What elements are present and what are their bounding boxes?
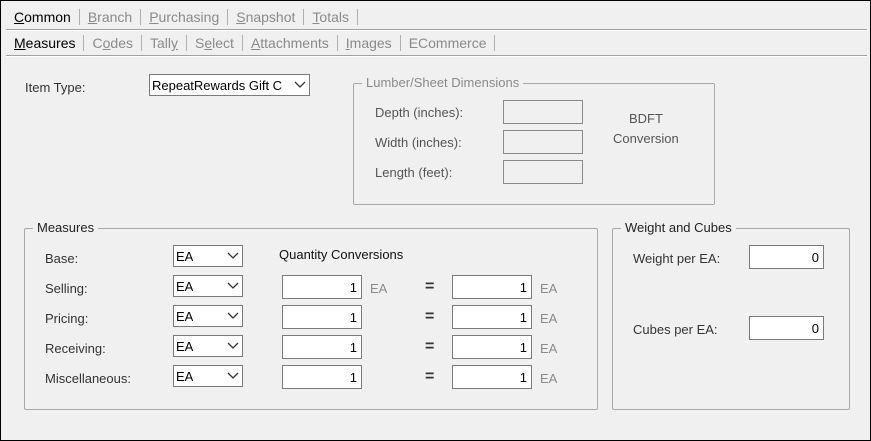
- receiving-label: Receiving:: [45, 341, 106, 356]
- receiving-quantity-input[interactable]: 1: [282, 335, 362, 359]
- measures-title: Measures: [33, 220, 99, 235]
- pricing-equals: =: [425, 308, 435, 325]
- primary-tab-bar: Common Branch Purchasing Snapshot Totals: [6, 6, 867, 28]
- chevron-down-icon: [227, 312, 239, 319]
- chevron-down-icon: [227, 342, 239, 349]
- tab-divider: [6, 29, 867, 31]
- weight-per-ea-input[interactable]: 0: [749, 245, 824, 269]
- selling-right-unit: EA: [540, 281, 558, 296]
- width-input[interactable]: [503, 130, 583, 154]
- selling-equals: =: [425, 278, 435, 295]
- pricing-label: Pricing:: [45, 311, 89, 326]
- tab-totals[interactable]: Totals: [304, 9, 358, 25]
- secondary-tab-bar: Measures Codes Tally Select Attachments …: [6, 32, 867, 54]
- weight-per-ea-label: Weight per EA:: [633, 251, 721, 266]
- miscellaneous-right-unit: EA: [540, 371, 558, 386]
- tab-attachments[interactable]: Attachments: [243, 35, 338, 51]
- item-maintenance-window: Common Branch Purchasing Snapshot Totals…: [0, 0, 871, 441]
- selling-unit-value: EA: [176, 279, 194, 294]
- tab-ecommerce[interactable]: ECommerce: [401, 35, 496, 51]
- length-label: Length (feet):: [375, 165, 453, 180]
- cubes-per-ea-label: Cubes per EA:: [633, 322, 718, 337]
- selling-left-unit: EA: [370, 281, 388, 296]
- receiving-unit-select[interactable]: EA: [173, 335, 243, 357]
- conversion-label: Conversion: [613, 131, 679, 146]
- base-unit-value: EA: [176, 249, 194, 264]
- base-unit-select[interactable]: EA: [173, 245, 243, 267]
- lumber-dimensions-title: Lumber/Sheet Dimensions: [362, 75, 524, 90]
- miscellaneous-unit-select[interactable]: EA: [173, 365, 243, 387]
- receiving-unit-value: EA: [176, 339, 194, 354]
- tab-measures[interactable]: Measures: [6, 35, 85, 51]
- receiving-equals: =: [425, 338, 435, 355]
- tab-branch[interactable]: Branch: [80, 9, 142, 25]
- tab-select[interactable]: Select: [187, 35, 243, 51]
- depth-input[interactable]: [503, 100, 583, 124]
- item-type-select[interactable]: RepeatRewards Gift C: [149, 74, 310, 96]
- miscellaneous-equals: =: [425, 368, 435, 385]
- selling-conversion-input[interactable]: 1: [452, 275, 532, 299]
- selling-unit-select[interactable]: EA: [173, 275, 243, 297]
- bdft-label: BDFT: [629, 111, 663, 126]
- receiving-right-unit: EA: [540, 341, 558, 356]
- chevron-down-icon: [227, 252, 239, 259]
- tab-tally[interactable]: Tally: [142, 35, 187, 51]
- item-type-value: RepeatRewards Gift C: [152, 78, 283, 93]
- miscellaneous-unit-value: EA: [176, 369, 194, 384]
- quantity-conversions-heading: Quantity Conversions: [279, 247, 404, 262]
- tab-codes[interactable]: Codes: [84, 35, 142, 51]
- base-label: Base:: [45, 251, 79, 266]
- miscellaneous-quantity-input[interactable]: 1: [282, 365, 362, 389]
- depth-label: Depth (inches):: [375, 105, 464, 120]
- receiving-conversion-input[interactable]: 1: [452, 335, 532, 359]
- pricing-right-unit: EA: [540, 311, 558, 326]
- subtab-divider: [6, 55, 867, 57]
- tab-common[interactable]: Common: [6, 9, 80, 25]
- tab-purchasing[interactable]: Purchasing: [141, 9, 229, 25]
- pricing-quantity-input[interactable]: 1: [282, 305, 362, 329]
- width-label: Width (inches):: [375, 135, 462, 150]
- chevron-down-icon: [294, 81, 306, 88]
- chevron-down-icon: [227, 372, 239, 379]
- selling-quantity-input[interactable]: 1: [282, 275, 362, 299]
- tab-snapshot[interactable]: Snapshot: [228, 9, 305, 25]
- length-input[interactable]: [503, 160, 583, 184]
- miscellaneous-conversion-input[interactable]: 1: [452, 365, 532, 389]
- item-type-label: Item Type:: [25, 80, 86, 95]
- tab-images[interactable]: Images: [338, 35, 401, 51]
- selling-label: Selling:: [45, 281, 88, 296]
- weight-cubes-title: Weight and Cubes: [621, 220, 736, 235]
- cubes-per-ea-input[interactable]: 0: [749, 316, 824, 340]
- miscellaneous-label: Miscellaneous:: [45, 371, 131, 386]
- chevron-down-icon: [227, 282, 239, 289]
- pricing-conversion-input[interactable]: 1: [452, 305, 532, 329]
- pricing-unit-value: EA: [176, 309, 194, 324]
- pricing-unit-select[interactable]: EA: [173, 305, 243, 327]
